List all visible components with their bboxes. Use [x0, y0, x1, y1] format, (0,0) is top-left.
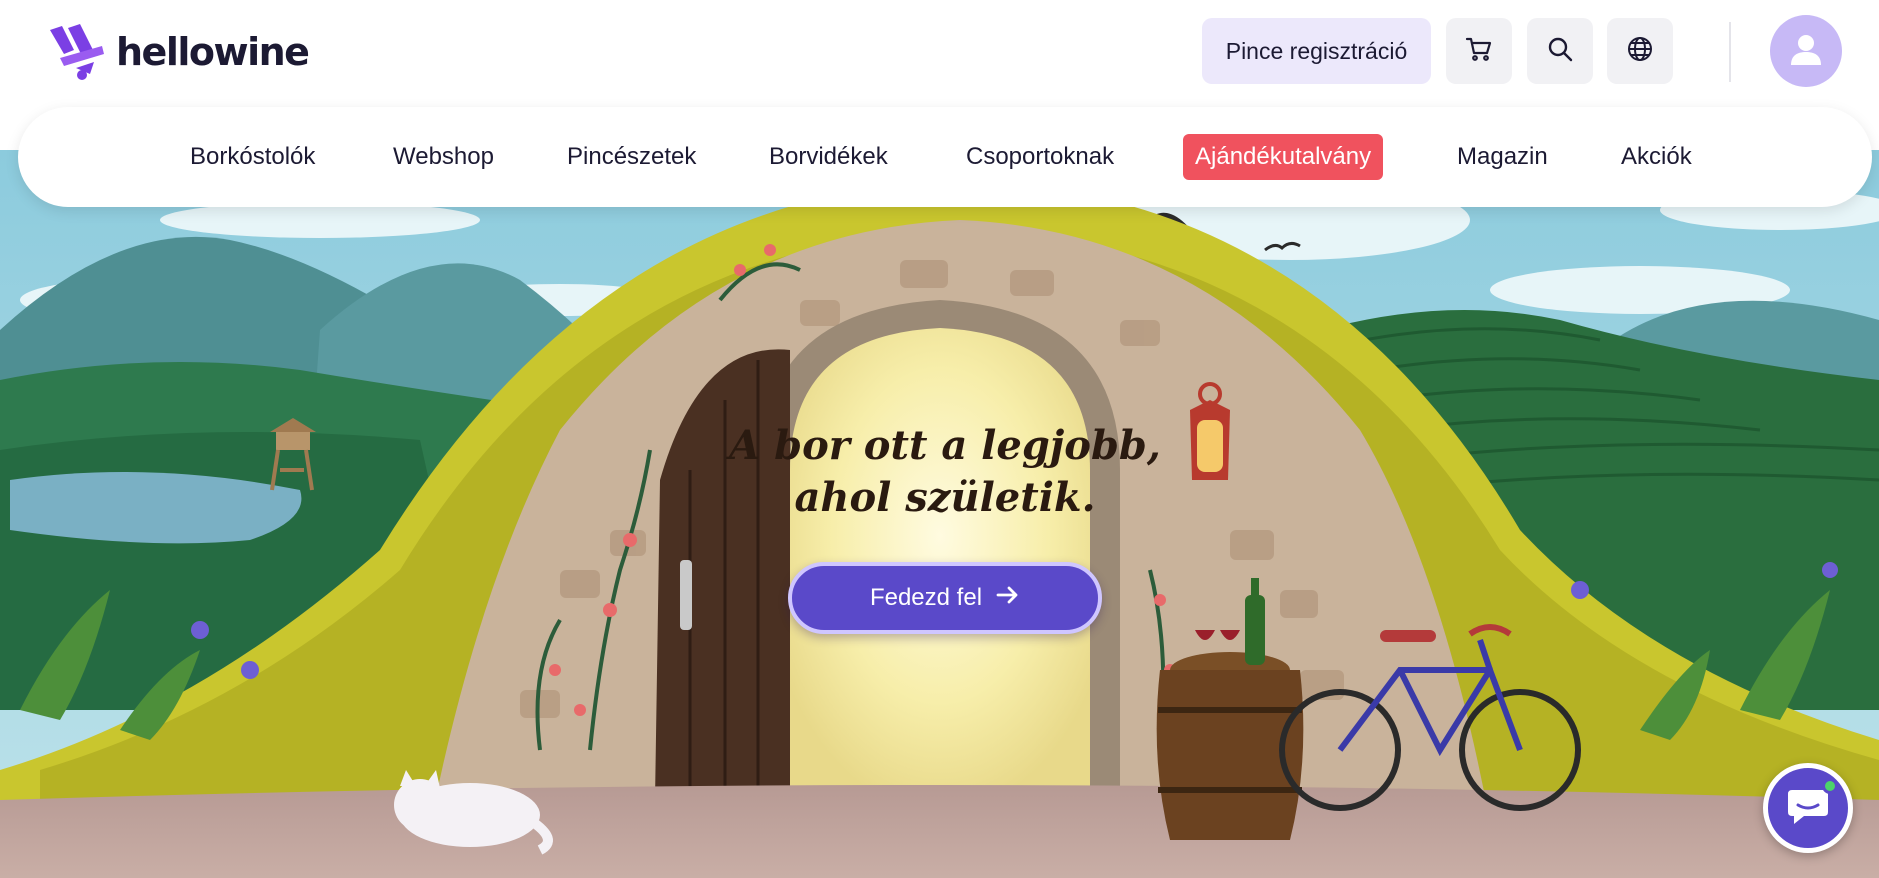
nav-item-borkostolok[interactable]: Borkóstolók: [190, 134, 315, 180]
cart-button[interactable]: [1446, 18, 1512, 84]
logo[interactable]: hellowine: [46, 22, 310, 82]
nav-item-borvidekek[interactable]: Borvidékek: [769, 134, 888, 180]
nav-item-akciok[interactable]: Akciók: [1621, 134, 1692, 180]
chat-button[interactable]: [1763, 763, 1853, 853]
main-nav: Borkóstolók Webshop Pincészetek Borvidék…: [18, 107, 1872, 207]
hellowine-logo-icon: [46, 24, 108, 80]
cellar-registration-button[interactable]: Pince regisztráció: [1202, 18, 1431, 84]
nav-item-csoportoknak[interactable]: Csoportoknak: [966, 134, 1114, 180]
header-divider: [1729, 22, 1731, 82]
site-header: hellowine Pince regisztráció: [0, 0, 1879, 104]
discover-button-label: Fedezd fel: [869, 584, 983, 611]
nav-item-magazin[interactable]: Magazin: [1457, 134, 1548, 180]
nav-item-pinceszetek[interactable]: Pincészetek: [567, 134, 696, 180]
online-status-dot: [1822, 778, 1838, 794]
nav-item-ajandekutalvany[interactable]: Ajándékutalvány: [1183, 134, 1384, 180]
logo-text: hellowine: [116, 30, 310, 74]
account-button[interactable]: [1770, 15, 1842, 87]
nav-item-webshop[interactable]: Webshop: [393, 134, 494, 180]
discover-button[interactable]: Fedezd fel: [788, 562, 1102, 634]
arrow-right-icon: [996, 584, 1020, 612]
user-icon: [1786, 29, 1826, 74]
search-icon: [1545, 34, 1575, 69]
cart-icon: [1464, 34, 1494, 69]
hero-title-line-2: ahol születik.: [794, 474, 1096, 521]
globe-icon: [1625, 34, 1655, 69]
chat-bubble-icon: [1786, 786, 1830, 831]
hero-title-line-1: A bor ott a legjobb,: [729, 422, 1161, 469]
search-button[interactable]: [1527, 18, 1593, 84]
language-button[interactable]: [1607, 18, 1673, 84]
hero-title: A bor ott a legjobb, ahol születik.: [700, 420, 1190, 524]
